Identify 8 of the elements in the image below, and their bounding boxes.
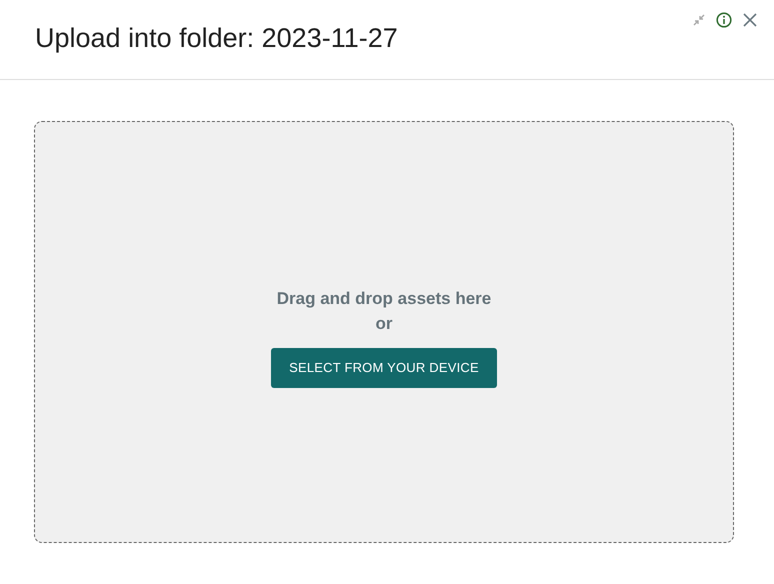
dialog-title: Upload into folder: 2023-11-27 — [35, 23, 398, 54]
collapse-icon[interactable] — [692, 13, 706, 27]
or-label: or — [376, 314, 392, 334]
drop-zone[interactable]: Drag and drop assets here or SELECT FROM YOUR DEVICE — [34, 121, 734, 543]
close-icon[interactable] — [742, 12, 758, 28]
drop-prompt: Drag and drop assets here — [276, 288, 492, 308]
select-device-button[interactable]: SELECT FROM YOUR DEVICE — [271, 348, 497, 388]
info-icon[interactable] — [716, 12, 732, 28]
